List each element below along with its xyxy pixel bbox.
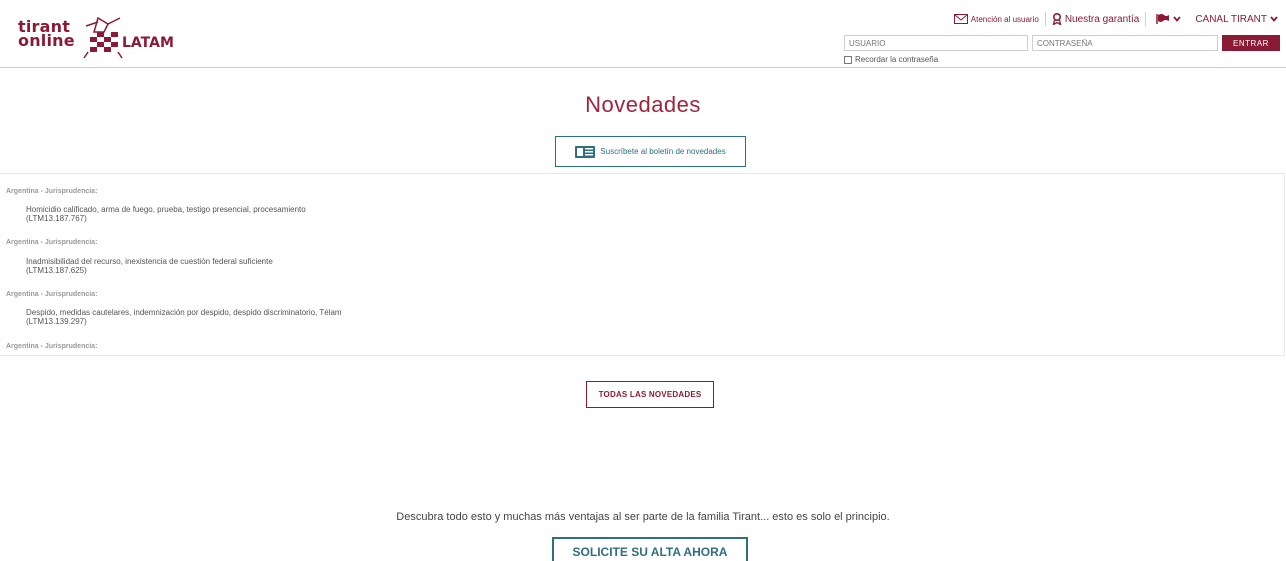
news-item[interactable]: Homicidio calificado, arma de fuego, pru… [26, 205, 306, 223]
username-input[interactable] [844, 35, 1028, 51]
footer-tagline: Descubra todo esto y muchas más ventajas… [396, 511, 890, 523]
news-item-text: Despido, medidas cautelares, indemnizaci… [26, 308, 342, 317]
logo-wordmark: tirant online [18, 19, 75, 50]
newsletter-icon [575, 145, 596, 158]
chevron-down-icon [1270, 16, 1278, 22]
subscribe-label: Suscríbete al boletín de novedades [600, 147, 726, 156]
password-input[interactable] [1032, 35, 1218, 51]
news-category: Argentina - Jurisprudencia: [6, 343, 98, 350]
enter-button[interactable]: ENTRAR [1222, 35, 1280, 51]
page-title: Novedades [585, 92, 701, 117]
canal-tirant-menu[interactable]: CANAL TIRANT [1195, 14, 1278, 25]
news-item-text: Inadmisibilidad del recurso, inexistenci… [26, 257, 273, 266]
divider [1145, 12, 1147, 26]
divider [1044, 12, 1046, 26]
news-item-ref: (LTM13.187.625) [26, 266, 87, 275]
header: tirant online LATAM Atención al usuario [0, 0, 1286, 68]
news-item-ref: (LTM13.187.767) [26, 214, 87, 223]
logo-region: LATAM [122, 35, 174, 51]
remember-checkbox[interactable] [844, 55, 852, 64]
guarantee-label: Nuestra garantía [1064, 13, 1140, 25]
knight-icon [83, 16, 123, 59]
tirant-online-logo[interactable]: tirant online LATAM [18, 14, 178, 60]
canal-label: CANAL TIRANT [1195, 13, 1267, 25]
news-list: Argentina - Jurisprudencia: Homicidio ca… [0, 173, 1285, 356]
news-item-ref: (LTM13.139.297) [26, 317, 87, 326]
flag-icon [1156, 14, 1170, 24]
news-item[interactable]: Despido, medidas cautelares, indemnizaci… [26, 308, 342, 326]
subscribe-button[interactable]: Suscríbete al boletín de novedades [555, 136, 746, 167]
remember-password[interactable]: Recordar la contraseña [844, 55, 938, 64]
remember-label: Recordar la contraseña [855, 55, 939, 64]
support-label: Atención al usuario [970, 14, 1039, 24]
language-selector[interactable] [1156, 14, 1181, 24]
news-item-text: Homicidio calificado, arma de fuego, pru… [26, 205, 306, 214]
news-category: Argentina - Jurisprudencia: [6, 239, 98, 246]
login-form: ENTRAR [844, 35, 1280, 51]
support-link[interactable]: Atención al usuario [953, 14, 1039, 24]
logo-line2: online [18, 31, 75, 50]
all-news-button[interactable]: TODAS LAS NOVEDADES [586, 381, 714, 408]
news-category: Argentina - Jurisprudencia: [6, 188, 98, 195]
news-item[interactable]: Inadmisibilidad del recurso, inexistenci… [26, 257, 273, 275]
signup-button[interactable]: SOLICITE SU ALTA AHORA [552, 537, 748, 561]
envelope-icon [953, 14, 968, 24]
chevron-down-icon [1173, 16, 1181, 22]
medal-icon [1052, 13, 1062, 25]
guarantee-link[interactable]: Nuestra garantía [1052, 13, 1140, 25]
news-category: Argentina - Jurisprudencia: [6, 291, 98, 298]
top-links: Atención al usuario Nuestra garantía CAN… [953, 11, 1278, 27]
